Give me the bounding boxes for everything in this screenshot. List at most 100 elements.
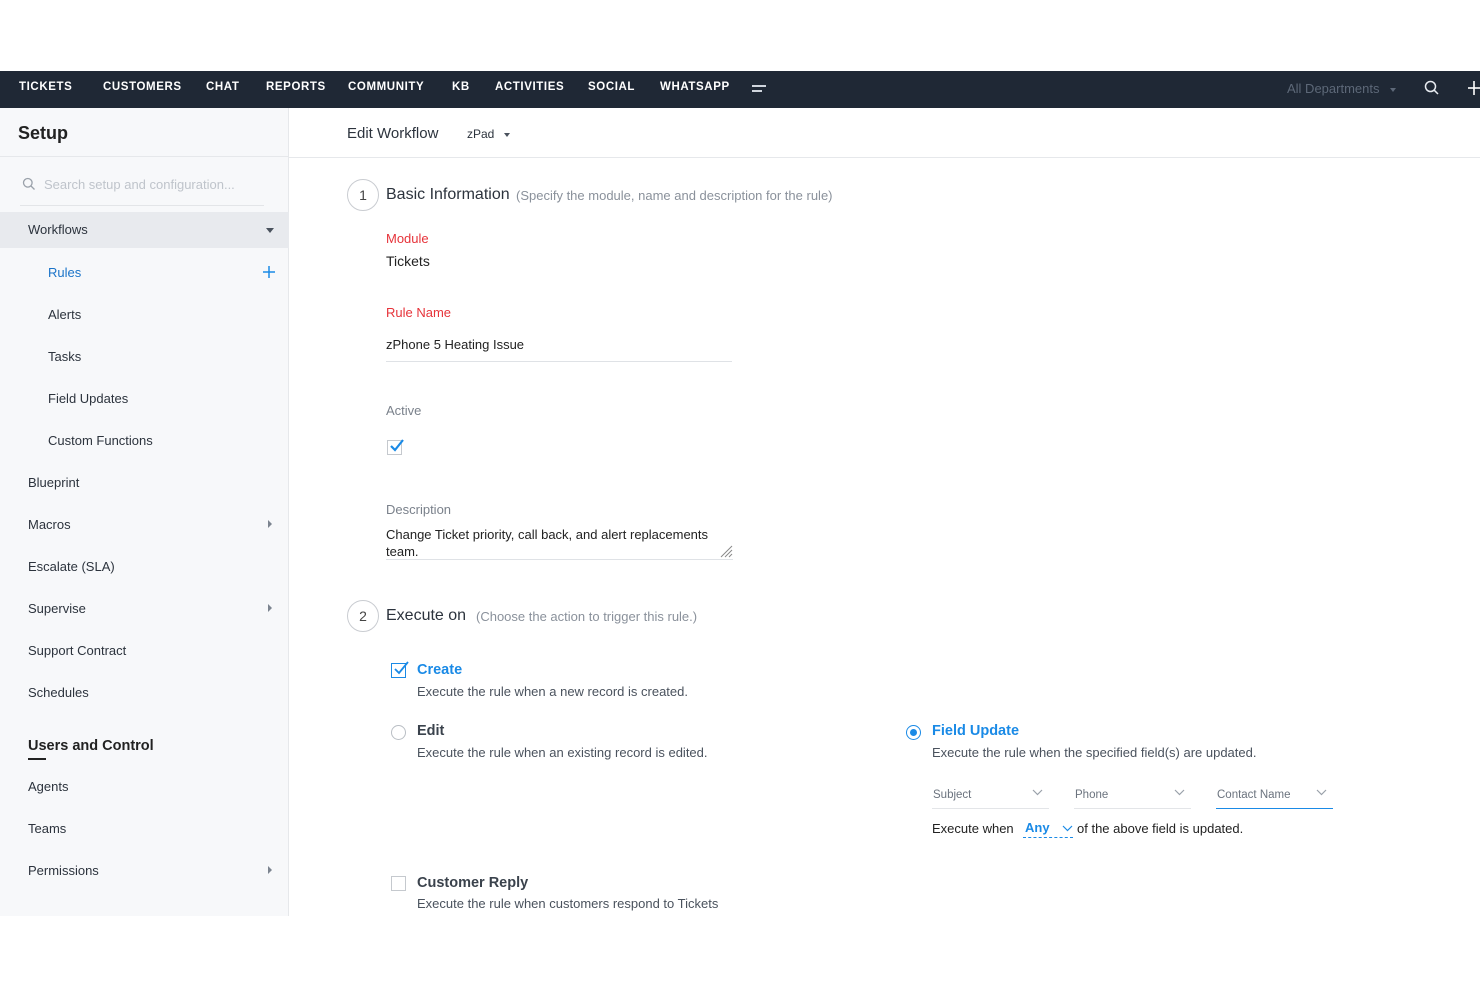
field-select-value: Subject bbox=[933, 789, 972, 801]
section-underline bbox=[28, 758, 46, 760]
sidebar-item-macros[interactable]: Macros bbox=[0, 507, 289, 543]
sidebar-item-blueprint[interactable]: Blueprint bbox=[0, 465, 289, 501]
sidebar-item-label: Supervise bbox=[28, 601, 86, 616]
step-number-2: 2 bbox=[347, 600, 379, 632]
sidebar-section-title: Users and Control bbox=[28, 738, 154, 754]
sidebar-item-label: Alerts bbox=[48, 307, 82, 322]
chevron-down-icon bbox=[1062, 825, 1073, 832]
create-option-title[interactable]: Create bbox=[417, 662, 462, 678]
nav-activities[interactable]: ACTIVITIES bbox=[495, 81, 564, 93]
nav-community[interactable]: COMMUNITY bbox=[348, 81, 424, 93]
sidebar-item-label: Macros bbox=[28, 517, 71, 532]
field-select-contact-name[interactable]: Contact Name bbox=[1216, 783, 1333, 809]
field-select-phone[interactable]: Phone bbox=[1074, 783, 1191, 809]
nav-customers[interactable]: CUSTOMERS bbox=[103, 81, 182, 93]
edit-radio[interactable] bbox=[391, 725, 406, 740]
field-update-option-title[interactable]: Field Update bbox=[932, 723, 1019, 739]
sidebar-item-workflows[interactable]: Workflows bbox=[0, 212, 289, 248]
sidebar-item-label: Escalate (SLA) bbox=[28, 559, 115, 574]
check-icon bbox=[390, 439, 404, 452]
sidebar-item-teams[interactable]: Teams bbox=[0, 811, 289, 847]
sidebar-item-rules[interactable]: Rules bbox=[0, 255, 289, 291]
sidebar-item-custom-functions[interactable]: Custom Functions bbox=[0, 423, 289, 459]
rule-name-input[interactable] bbox=[386, 335, 732, 362]
sidebar-item-schedules[interactable]: Schedules bbox=[0, 675, 289, 711]
divider bbox=[0, 156, 289, 157]
chevron-down-icon bbox=[1174, 789, 1185, 796]
add-rule-icon[interactable] bbox=[262, 265, 276, 279]
step-hint-execute-on: (Choose the action to trigger this rule.… bbox=[476, 609, 698, 624]
step-hint-basic-info: (Specify the module, name and descriptio… bbox=[516, 188, 833, 203]
sidebar-item-label: Blueprint bbox=[28, 475, 80, 490]
step-title-execute-on: Execute on bbox=[386, 607, 467, 624]
module-label: Module bbox=[386, 231, 429, 246]
chevron-right-icon bbox=[268, 604, 272, 612]
main-header: Edit Workflow zPad bbox=[289, 108, 1480, 158]
field-select-value: Contact Name bbox=[1217, 789, 1291, 801]
sidebar-item-permissions[interactable]: Permissions bbox=[0, 853, 289, 889]
field-update-radio[interactable] bbox=[906, 725, 921, 740]
chevron-down-icon bbox=[1390, 88, 1396, 92]
step-number-1: 1 bbox=[347, 179, 379, 211]
edit-option-desc: Execute the rule when an existing record… bbox=[417, 745, 708, 760]
create-option-desc: Execute the rule when a new record is cr… bbox=[417, 684, 688, 699]
sidebar-item-support-contract[interactable]: Support Contract bbox=[0, 633, 289, 669]
description-label: Description bbox=[386, 502, 452, 517]
sidebar-item-field-updates[interactable]: Field Updates bbox=[0, 381, 289, 417]
nav-chat[interactable]: CHAT bbox=[206, 81, 240, 93]
sidebar-item-tasks[interactable]: Tasks bbox=[0, 339, 289, 375]
sidebar-item-label: Teams bbox=[28, 821, 67, 836]
active-label: Active bbox=[386, 403, 422, 418]
resize-handle-icon[interactable] bbox=[720, 545, 733, 558]
search-icon bbox=[22, 177, 35, 190]
field-select-value: Phone bbox=[1075, 789, 1109, 801]
page-title: Edit Workflow bbox=[347, 125, 439, 142]
sidebar-item-label: Field Updates bbox=[48, 391, 129, 406]
chevron-right-icon bbox=[268, 866, 272, 874]
nav-kb[interactable]: KB bbox=[452, 81, 470, 93]
sidebar-item-escalate-sla[interactable]: Escalate (SLA) bbox=[0, 549, 289, 585]
customer-reply-option-desc: Execute the rule when customers respond … bbox=[417, 896, 719, 911]
setup-sidebar: Setup Workflows Rules Alerts Tasks Field… bbox=[0, 108, 289, 916]
active-checkbox[interactable] bbox=[387, 439, 404, 455]
layout-selector[interactable]: zPad bbox=[467, 127, 494, 141]
search-icon[interactable] bbox=[1424, 80, 1440, 96]
department-selector[interactable]: All Departments bbox=[1287, 81, 1379, 96]
sidebar-item-supervise[interactable]: Supervise bbox=[0, 591, 289, 627]
sidebar-item-agents[interactable]: Agents bbox=[0, 769, 289, 805]
sidebar-item-label: Workflows bbox=[28, 222, 88, 237]
edit-option-title[interactable]: Edit bbox=[417, 723, 444, 739]
nav-whatsapp[interactable]: WHATSAPP bbox=[660, 81, 730, 93]
description-textarea[interactable]: Change Ticket priority, call back, and a… bbox=[386, 526, 733, 560]
chevron-down-icon bbox=[504, 133, 510, 137]
field-select-subject[interactable]: Subject bbox=[932, 783, 1049, 809]
nav-tickets[interactable]: TICKETS bbox=[19, 81, 72, 93]
nav-reports[interactable]: REPORTS bbox=[266, 81, 326, 93]
execute-when-select[interactable]: Any bbox=[1023, 819, 1073, 838]
rule-name-label: Rule Name bbox=[386, 305, 452, 320]
chevron-down-icon bbox=[1316, 789, 1327, 796]
chevron-down-icon bbox=[266, 228, 274, 233]
sidebar-search bbox=[20, 174, 264, 206]
chevron-down-icon bbox=[1032, 789, 1043, 796]
customer-reply-option-title[interactable]: Customer Reply bbox=[417, 875, 528, 891]
sidebar-item-label: Schedules bbox=[28, 685, 89, 700]
setup-search-input[interactable] bbox=[44, 174, 264, 194]
execute-when-value: Any bbox=[1025, 820, 1050, 835]
create-checkbox[interactable] bbox=[391, 661, 409, 678]
more-menu-icon[interactable] bbox=[752, 83, 766, 95]
chevron-right-icon bbox=[268, 520, 272, 528]
execute-when-suffix: of the above field is updated. bbox=[1077, 821, 1244, 836]
sidebar-item-label: Tasks bbox=[48, 349, 82, 364]
sidebar-item-label: Permissions bbox=[28, 863, 99, 878]
execute-when-prefix: Execute when bbox=[932, 821, 1014, 836]
sidebar-item-label: Agents bbox=[28, 779, 69, 794]
top-nav: TICKETS CUSTOMERS CHAT REPORTS COMMUNITY… bbox=[0, 71, 1480, 108]
nav-social[interactable]: SOCIAL bbox=[588, 81, 635, 93]
step-title-basic-info: Basic Information bbox=[386, 186, 510, 203]
add-icon[interactable] bbox=[1467, 80, 1480, 96]
sidebar-item-label: Rules bbox=[48, 265, 82, 280]
customer-reply-checkbox[interactable] bbox=[391, 876, 406, 891]
sidebar-item-alerts[interactable]: Alerts bbox=[0, 297, 289, 333]
module-value: Tickets bbox=[386, 253, 430, 269]
